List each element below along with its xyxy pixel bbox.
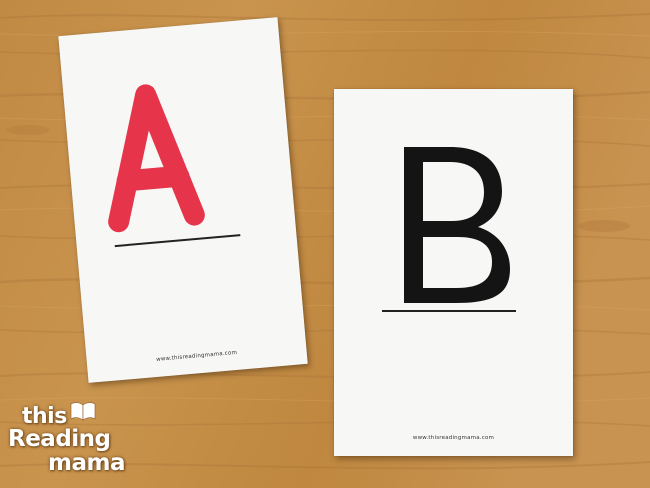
website-url: www.thisreadingmama.com (412, 435, 495, 441)
this-reading-mama-logo: this Reading mama (8, 400, 125, 484)
letter-a-graphic (108, 84, 241, 248)
letter-a-glyph (108, 84, 205, 233)
letter-card-b: www.thisreadingmama.com (334, 89, 573, 456)
photo-scene: www.thisreadingmama.com www.thisreadingm… (0, 0, 650, 488)
logo-word-reading: Reading (8, 426, 111, 452)
letter-card-a: www.thisreadingmama.com (58, 17, 308, 383)
letter-b-graphic (382, 147, 516, 312)
baseline-rule (114, 234, 241, 248)
open-book-icon (70, 402, 96, 421)
logo-word-mama: mama (48, 450, 125, 476)
letter-b-glyph (404, 147, 510, 303)
